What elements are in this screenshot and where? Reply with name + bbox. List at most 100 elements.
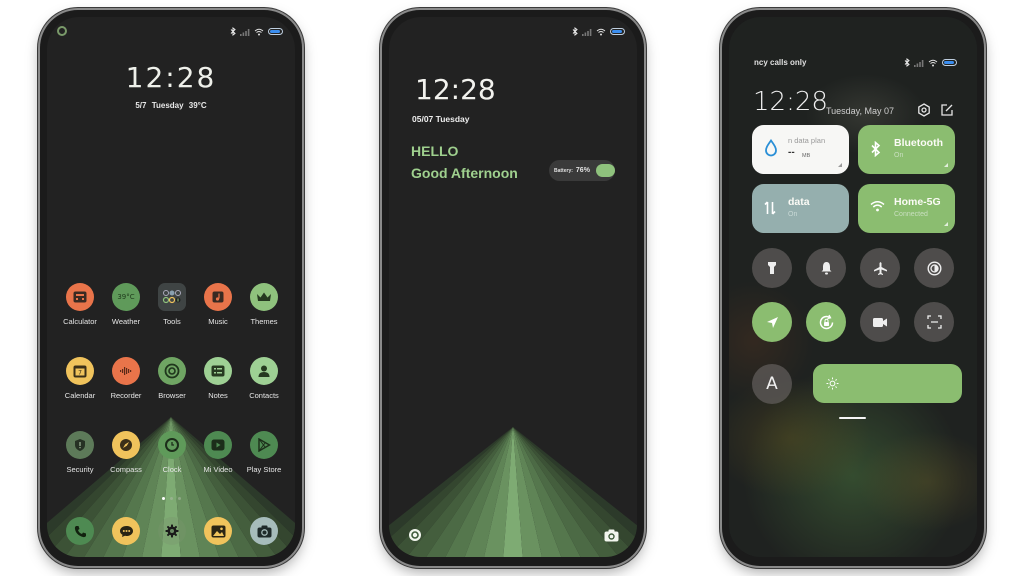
cc-clock: 12:28: [753, 87, 828, 117]
greeting-hello: HELLO: [411, 143, 459, 159]
expand-corner-icon: [838, 163, 842, 167]
battery-label: Battery:: [554, 167, 573, 174]
battery-widget: Battery: 76%: [549, 160, 615, 181]
themes-crown-icon: [250, 283, 278, 311]
security-shield-icon: [66, 431, 94, 459]
data-plan-title: n data plan: [788, 136, 826, 145]
edit-icon[interactable]: [940, 103, 954, 117]
battery-level-indicator: [595, 164, 615, 177]
home-date-weather: 5/7 Tuesday 39°C: [135, 101, 207, 110]
app-label: Recorder: [110, 391, 142, 400]
phone-home-screen: 12:28 5/7 Tuesday 39°C Calculator 39°C Wea…: [40, 10, 302, 566]
home-screen: 12:28 5/7 Tuesday 39°C Calculator 39°C Wea…: [47, 17, 295, 557]
dark-mode-toggle[interactable]: [914, 248, 954, 288]
page-dot[interactable]: [177, 497, 181, 500]
music-icon: [204, 283, 232, 311]
signal-icon: [914, 59, 924, 67]
app-label: Mi Video: [203, 465, 233, 474]
app-compass[interactable]: Compass: [103, 431, 149, 474]
app-label: Compass: [110, 465, 142, 474]
app-clock[interactable]: Clock: [149, 431, 195, 474]
signal-icon: [582, 28, 592, 36]
lock-clock: 12:28: [415, 73, 496, 106]
battery-icon: [268, 28, 283, 35]
mobile-data-status: On: [788, 211, 798, 218]
dock-settings[interactable]: [149, 517, 195, 545]
settings-gear-icon: [158, 517, 186, 545]
app-contacts[interactable]: Contacts: [241, 357, 287, 400]
contrast-icon: [926, 260, 942, 276]
home-indicator[interactable]: [839, 417, 866, 419]
app-play-store[interactable]: Play Store: [241, 431, 287, 474]
wifi-icon: [928, 59, 938, 66]
page-indicator[interactable]: [47, 497, 295, 500]
rotation-lock-toggle[interactable]: [806, 302, 846, 342]
app-notes[interactable]: Notes: [195, 357, 241, 400]
clock-icon: [158, 431, 186, 459]
wifi-icon: [870, 201, 885, 212]
camera-punch-hole-icon: [57, 26, 67, 36]
dock-messages[interactable]: [103, 517, 149, 545]
bluetooth-icon: [871, 141, 881, 157]
app-calculator[interactable]: Calculator: [57, 283, 103, 326]
airplane-mode-toggle[interactable]: [860, 248, 900, 288]
app-label: Clock: [162, 465, 182, 474]
page-dot[interactable]: [161, 497, 165, 500]
flashlight-icon: [768, 262, 776, 274]
scan-icon: [926, 315, 942, 329]
lock-camera-shortcut[interactable]: [603, 527, 619, 543]
dock-phone[interactable]: [57, 517, 103, 545]
home-clock[interactable]: 12:28: [47, 61, 295, 94]
app-weather[interactable]: 39°C Weather: [103, 283, 149, 326]
location-toggle[interactable]: [752, 302, 792, 342]
app-tools[interactable]: Tools: [149, 283, 195, 326]
app-themes[interactable]: Themes: [241, 283, 287, 326]
expand-corner-icon: [944, 163, 948, 167]
bluetooth-status: On: [894, 152, 904, 159]
flashlight-toggle[interactable]: [752, 248, 792, 288]
app-label: Tools: [163, 317, 181, 326]
settings-icon[interactable]: [917, 103, 931, 117]
screen-record-toggle[interactable]: [860, 302, 900, 342]
bluetooth-title: Bluetooth: [894, 137, 943, 149]
battery-icon: [610, 28, 625, 35]
ray-wallpaper: [389, 427, 637, 557]
data-usage-unit: MB: [802, 153, 811, 159]
bluetooth-icon: [904, 58, 910, 67]
app-security[interactable]: Security: [57, 431, 103, 474]
wifi-network-name: Home-5G: [894, 196, 941, 208]
app-label: Calendar: [64, 391, 96, 400]
auto-brightness-toggle[interactable]: A: [752, 364, 792, 404]
bell-icon: [821, 262, 831, 275]
app-label: Play Store: [246, 465, 282, 474]
app-calendar[interactable]: 7 Calendar: [57, 357, 103, 400]
app-music[interactable]: Music: [195, 283, 241, 326]
brightness-slider[interactable]: [813, 364, 962, 403]
wifi-icon: [254, 28, 264, 35]
lock-shortcut-left[interactable]: [407, 527, 423, 543]
notes-icon: [204, 357, 232, 385]
mobile-data-tile[interactable]: data On: [752, 184, 849, 233]
app-browser[interactable]: Browser: [149, 357, 195, 400]
app-mi-video[interactable]: Mi Video: [195, 431, 241, 474]
calculator-icon: [66, 283, 94, 311]
bluetooth-tile[interactable]: Bluetooth On: [858, 125, 955, 174]
data-usage-tile[interactable]: n data plan -- MB: [752, 125, 849, 174]
camera-icon: [604, 529, 618, 541]
app-recorder[interactable]: Recorder: [103, 357, 149, 400]
expand-corner-icon: [944, 222, 948, 226]
video-icon: [204, 431, 232, 459]
contacts-icon: [250, 357, 278, 385]
wifi-tile[interactable]: Home-5G Connected: [858, 184, 955, 233]
app-label: Notes: [208, 391, 228, 400]
recorder-icon: [112, 357, 140, 385]
water-drop-icon: [765, 139, 777, 157]
dock-gallery[interactable]: [195, 517, 241, 545]
rotation-lock-icon: [819, 314, 833, 329]
lock-screen: 12:28 05/07 Tuesday HELLO Good Afternoon…: [389, 17, 637, 557]
page-dot[interactable]: [169, 497, 173, 500]
silent-toggle[interactable]: [806, 248, 846, 288]
weather-icon: 39°C: [112, 283, 140, 311]
scanner-toggle[interactable]: [914, 302, 954, 342]
dock-camera[interactable]: [241, 517, 287, 545]
